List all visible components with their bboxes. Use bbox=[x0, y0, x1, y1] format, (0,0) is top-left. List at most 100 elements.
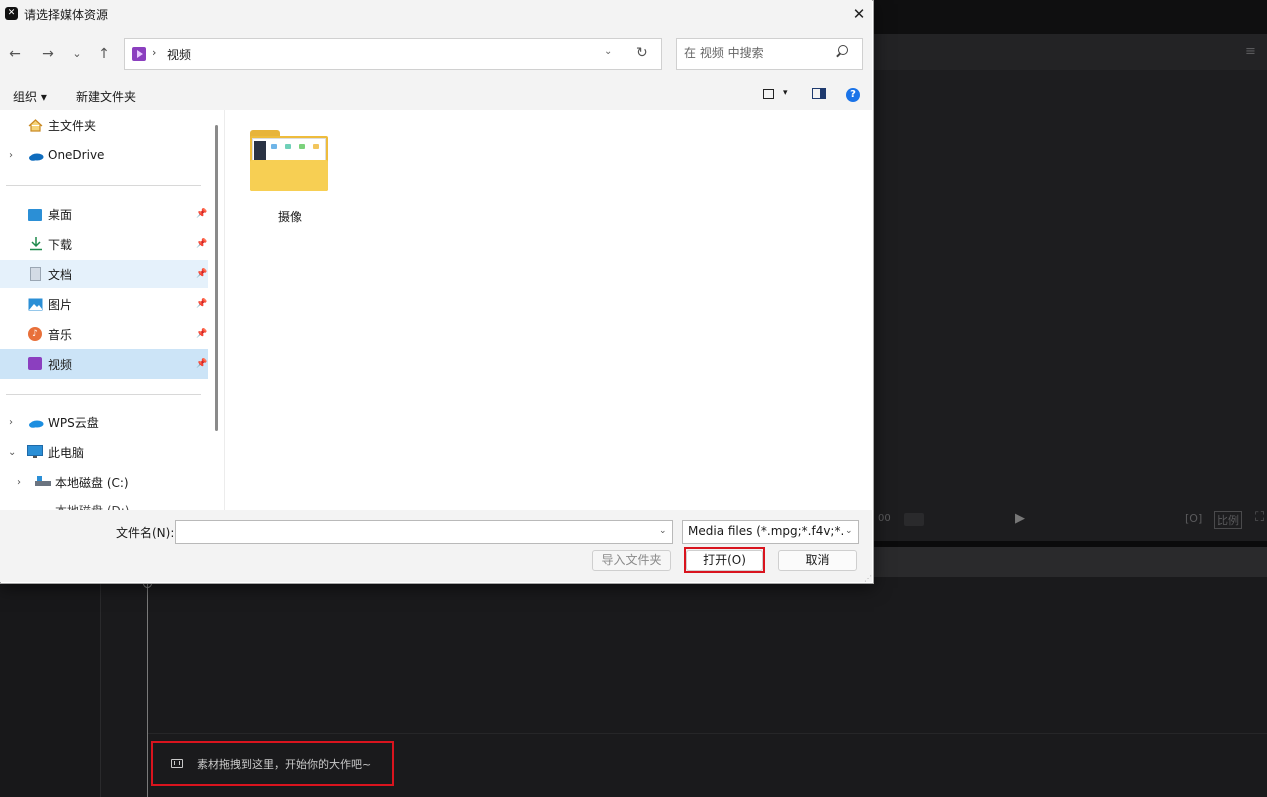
file-type-value[interactable]: Media files (*.mpg;*.f4v;*.mo bbox=[688, 524, 843, 538]
sidebar-item-label: 主文件夹 bbox=[48, 118, 97, 133]
time-readout: 00 bbox=[878, 513, 891, 524]
pc-icon bbox=[27, 445, 43, 458]
folder-icon-front bbox=[250, 160, 328, 191]
pin-icon[interactable]: 📌 bbox=[196, 209, 207, 219]
sidebar-item-home[interactable]: 主文件夹 bbox=[0, 111, 208, 139]
home-icon bbox=[28, 119, 43, 132]
cloud-icon bbox=[28, 150, 44, 162]
ratio-button[interactable]: 比例 bbox=[1214, 511, 1242, 529]
sidebar-item-label: WPS云盘 bbox=[48, 415, 99, 430]
sidebar-item-drive-c[interactable]: › 本地磁盘 (C:) bbox=[0, 468, 208, 496]
sidebar-item-drive-d[interactable]: 本地磁盘 (D:) bbox=[0, 498, 208, 510]
recent-locations-icon[interactable]: ⌄ bbox=[68, 45, 86, 63]
video-icon bbox=[28, 357, 42, 370]
desktop-icon bbox=[28, 209, 42, 221]
track-divider bbox=[148, 733, 1267, 734]
document-icon bbox=[30, 267, 41, 281]
collapse-chevron-icon[interactable]: ⌄ bbox=[8, 447, 16, 458]
sidebar-item-this-pc[interactable]: ⌄ 此电脑 bbox=[0, 438, 208, 466]
sidebar-item-label: 图片 bbox=[48, 297, 73, 312]
pin-icon[interactable]: 📌 bbox=[196, 359, 207, 369]
thumbnail-tile bbox=[285, 144, 291, 149]
dialog-title: 请选择媒体资源 bbox=[24, 8, 109, 22]
up-arrow-icon[interactable]: ↑ bbox=[95, 45, 113, 63]
sidebar-item-label: 本地磁盘 (D:) bbox=[55, 502, 129, 510]
filename-dropdown-icon[interactable]: ⌄ bbox=[659, 526, 667, 536]
wps-cloud-icon bbox=[28, 417, 44, 429]
preview-pane-icon[interactable] bbox=[812, 88, 826, 99]
new-folder-button[interactable]: 新建文件夹 bbox=[76, 88, 136, 105]
sidebar-item-label: 文档 bbox=[48, 267, 73, 282]
address-dropdown-icon[interactable]: ⌄ bbox=[604, 46, 612, 57]
player-controls: 00 ▶ [O] 比例 ⛶ bbox=[874, 505, 1267, 541]
video-folder-icon bbox=[132, 47, 146, 61]
sidebar-item-label: 本地磁盘 (C:) bbox=[55, 475, 129, 490]
drive-icon bbox=[35, 475, 51, 487]
search-input[interactable] bbox=[684, 46, 824, 60]
close-button[interactable]: ✕ bbox=[846, 2, 872, 26]
fit-icon[interactable]: [O] bbox=[1185, 512, 1202, 525]
sidebar-item-label: 音乐 bbox=[48, 327, 73, 342]
playhead[interactable] bbox=[147, 577, 148, 797]
forward-arrow-icon[interactable]: → bbox=[39, 45, 57, 63]
expand-chevron-icon[interactable]: › bbox=[9, 150, 13, 161]
file-type-dropdown-icon[interactable]: ⌄ bbox=[845, 526, 853, 536]
expand-chevron-icon[interactable]: › bbox=[9, 417, 13, 428]
pane-divider[interactable] bbox=[224, 110, 225, 510]
thumbnail-tile bbox=[271, 144, 277, 149]
sidebar-item-wps-cloud[interactable]: › WPS云盘 bbox=[0, 408, 208, 436]
sidebar-item-downloads[interactable]: 下载 📌 bbox=[0, 230, 208, 258]
sidebar-item-music[interactable]: ♪ 音乐 📌 bbox=[0, 320, 208, 348]
help-icon[interactable]: ? bbox=[846, 88, 860, 102]
picture-icon bbox=[28, 298, 43, 311]
open-button-highlight bbox=[684, 547, 765, 573]
capcut-app-icon: ✕ bbox=[5, 7, 18, 20]
play-icon[interactable]: ▶ bbox=[1015, 511, 1025, 526]
pin-icon[interactable]: 📌 bbox=[196, 299, 207, 309]
sidebar-item-videos[interactable]: 视频 📌 bbox=[0, 349, 208, 379]
folder-name[interactable]: 摄像 bbox=[250, 208, 330, 225]
media-drop-zone[interactable]: 素材拖拽到这里，开始你的大作吧~ bbox=[151, 741, 394, 786]
filename-input[interactable] bbox=[180, 524, 650, 538]
fullscreen-icon[interactable]: ⛶ bbox=[1255, 510, 1264, 525]
resize-grip-icon[interactable]: ⋰ bbox=[864, 574, 872, 583]
search-icon[interactable] bbox=[838, 45, 848, 55]
filename-label: 文件名(N): bbox=[116, 526, 175, 540]
expand-chevron-icon[interactable]: › bbox=[17, 477, 21, 488]
download-icon bbox=[29, 236, 43, 251]
sidebar-item-documents[interactable]: 文档 📌 bbox=[0, 260, 208, 288]
player-header: ≡ bbox=[874, 34, 1267, 70]
sidebar-scrollbar[interactable] bbox=[215, 125, 218, 431]
organize-menu[interactable]: 组织 ▾ bbox=[13, 88, 47, 105]
sidebar-item-label: 下载 bbox=[48, 237, 73, 252]
cancel-button[interactable]: 取消 bbox=[778, 550, 857, 571]
track-header-column bbox=[0, 577, 101, 797]
back-arrow-icon[interactable]: ← bbox=[6, 45, 24, 63]
sidebar-item-label: 此电脑 bbox=[48, 445, 85, 460]
address-bar[interactable] bbox=[124, 38, 662, 70]
drop-hint-text: 素材拖拽到这里，开始你的大作吧~ bbox=[197, 757, 372, 771]
sidebar-item-label: 视频 bbox=[48, 357, 73, 372]
music-icon: ♪ bbox=[28, 327, 42, 341]
pin-icon[interactable]: 📌 bbox=[196, 329, 207, 339]
pin-icon[interactable]: 📌 bbox=[196, 269, 207, 279]
sidebar-item-pictures[interactable]: 图片 📌 bbox=[0, 290, 208, 318]
import-folder-button[interactable]: 导入文件夹 bbox=[592, 550, 671, 571]
breadcrumb-current[interactable]: 视频 bbox=[167, 46, 191, 63]
pin-icon[interactable]: 📌 bbox=[196, 239, 207, 249]
dialog-titlebar bbox=[0, 0, 872, 28]
player-area bbox=[874, 70, 1267, 540]
film-icon bbox=[171, 759, 183, 768]
thumbnail-tile bbox=[299, 144, 305, 149]
refresh-icon[interactable]: ↻ bbox=[636, 45, 648, 61]
breadcrumb-separator[interactable]: › bbox=[152, 46, 156, 59]
sidebar-item-label: 桌面 bbox=[48, 207, 73, 222]
time-box bbox=[904, 513, 924, 526]
sidebar-item-onedrive[interactable]: › OneDrive bbox=[0, 141, 208, 169]
view-mode-icon[interactable] bbox=[763, 89, 774, 99]
sidebar-divider bbox=[6, 394, 201, 395]
view-mode-dropdown-icon[interactable]: ▾ bbox=[783, 88, 788, 98]
sidebar-divider bbox=[6, 185, 201, 186]
sidebar-item-desktop[interactable]: 桌面 📌 bbox=[0, 200, 208, 228]
menu-icon[interactable]: ≡ bbox=[1245, 44, 1256, 59]
